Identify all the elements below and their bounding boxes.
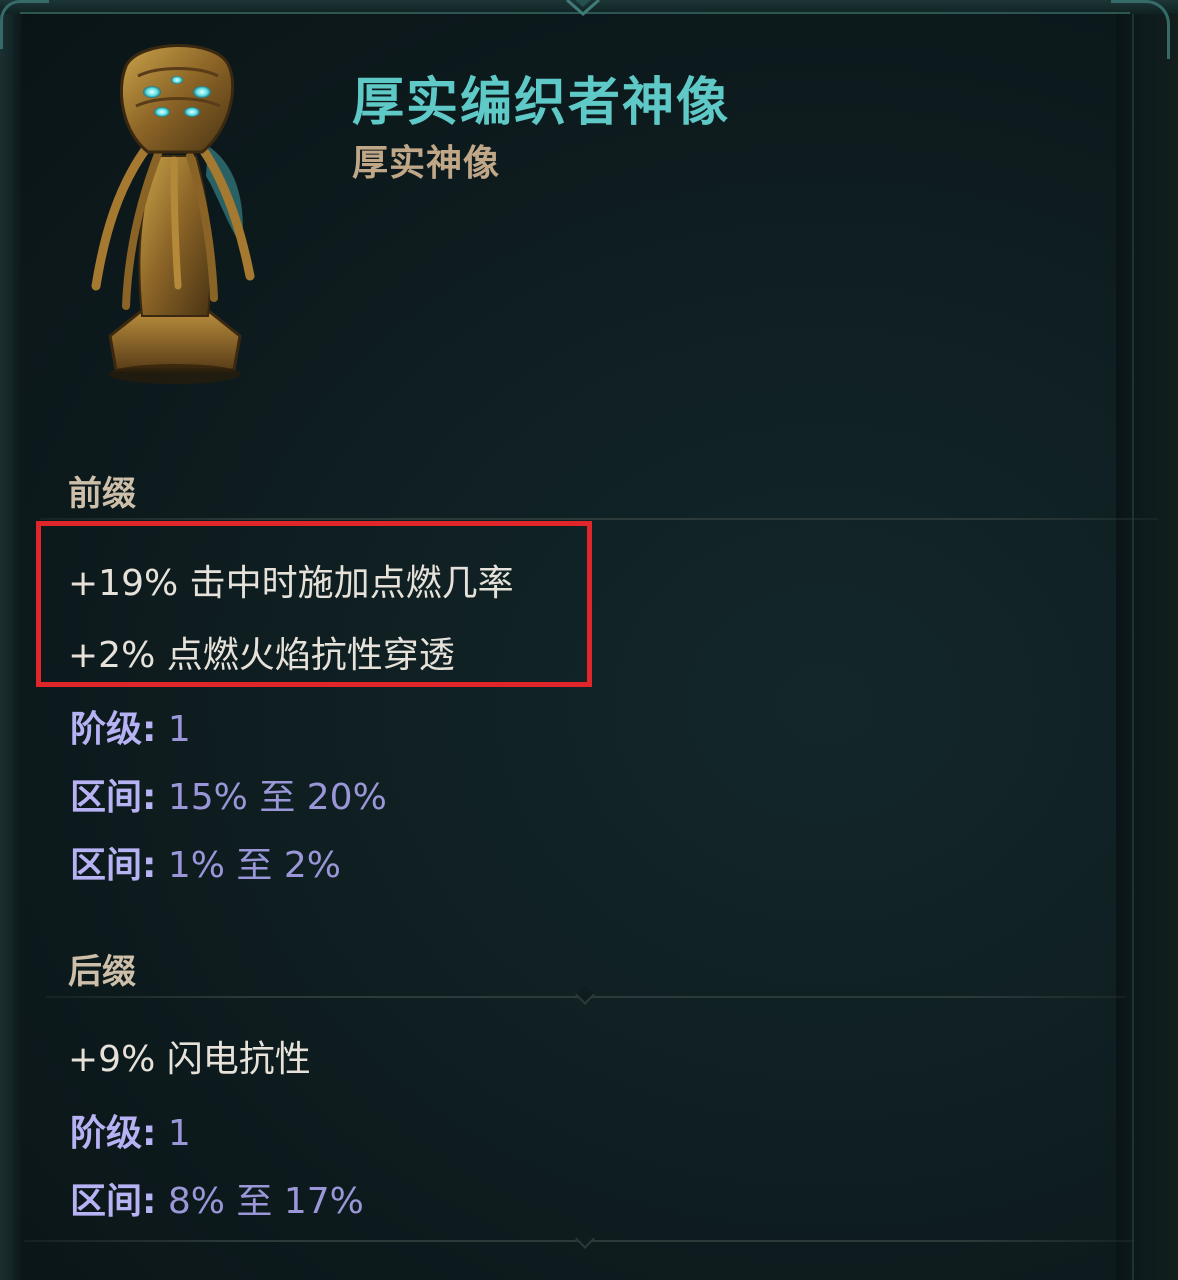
item-name: 厚实编织者神像 (352, 73, 731, 133)
weaver-idol-statue-icon (91, 44, 255, 384)
divider-notch (575, 1229, 595, 1249)
suffix-range-1: 区间: 8% 至 17% (70, 1172, 364, 1224)
item-type: 厚实神像 (352, 143, 501, 184)
range-key: 区间: (70, 1181, 157, 1222)
range-value: 1% 至 2% (167, 845, 341, 886)
range-value: 8% 至 17% (167, 1181, 364, 1222)
corner-ornament-right (1111, 0, 1170, 59)
range-key: 区间: (70, 845, 157, 886)
prefix-range-2: 区间: 1% 至 2% (70, 836, 341, 888)
item-tooltip-panel: 厚实编织者神像 厚实神像 前缀 +19% 击中时施加点燃几率 +2% 点燃火焰抗… (0, 0, 1178, 1280)
frame-left-border (0, 0, 22, 1280)
prefix-tier: 阶级: 1 (70, 700, 191, 752)
prefix-divider (40, 518, 1158, 520)
divider-notch (575, 985, 595, 1005)
suffix-mod-lightning-resistance: +9% 闪电抗性 (68, 1039, 311, 1080)
prefix-label: 前缀 (68, 474, 136, 514)
frame-right-border (1116, 0, 1178, 1280)
range-key: 区间: (70, 777, 157, 818)
prefix-range-1: 区间: 15% 至 20% (70, 768, 387, 820)
tier-value: 1 (167, 1113, 191, 1154)
corner-ornament-left (0, 0, 49, 49)
frame-right-line (1132, 14, 1134, 1280)
tier-key: 阶级: (70, 709, 157, 750)
diamond-ornament-icon (566, 0, 600, 16)
range-value: 15% 至 20% (167, 777, 387, 818)
tier-value: 1 (167, 709, 191, 750)
tier-key: 阶级: (70, 1113, 157, 1154)
suffix-tier: 阶级: 1 (70, 1104, 191, 1156)
highlight-box (36, 521, 592, 687)
suffix-label: 后缀 (68, 952, 136, 992)
